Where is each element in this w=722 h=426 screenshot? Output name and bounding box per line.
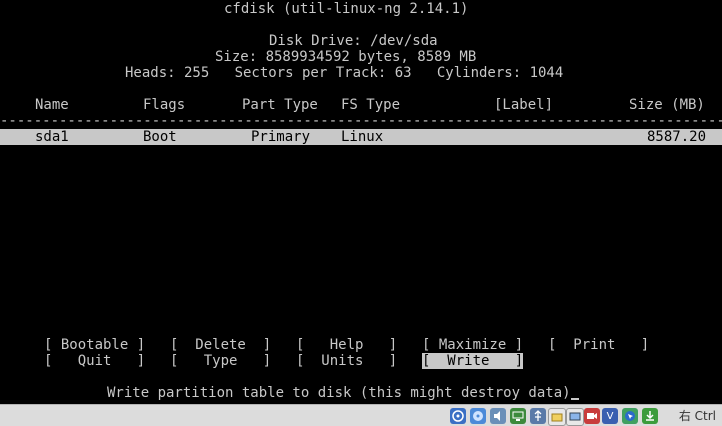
delete-button[interactable]: [ Delete ] xyxy=(170,337,271,353)
shared-folders-icon[interactable] xyxy=(548,408,566,426)
display-icon[interactable] xyxy=(566,408,584,426)
optical-drive-icon[interactable] xyxy=(470,408,486,424)
print-button[interactable]: [ Print ] xyxy=(548,337,649,353)
network-icon[interactable] xyxy=(510,408,526,424)
status-message-text: Write partition table to disk (this migh… xyxy=(107,385,571,401)
host-key-label: 右 Ctrl xyxy=(678,409,716,423)
column-header-name: Name xyxy=(35,97,69,113)
column-header-size: Size (MB) xyxy=(629,97,705,113)
bootable-button[interactable]: [ Bootable ] xyxy=(44,337,145,353)
quit-button[interactable]: [ Quit ] xyxy=(44,353,145,369)
help-button[interactable]: [ Help ] xyxy=(296,337,397,353)
virtualization-icon[interactable]: V xyxy=(602,408,618,424)
vm-statusbar: V 右 Ctrl xyxy=(0,404,722,426)
column-header-flags: Flags xyxy=(143,97,186,113)
text-cursor xyxy=(570,398,579,400)
maximize-button[interactable]: [ Maximize ] xyxy=(422,337,523,353)
usb-icon[interactable] xyxy=(530,408,546,424)
download-icon[interactable] xyxy=(642,408,658,424)
app-title: cfdisk (util-linux-ng 2.14.1) xyxy=(224,1,469,17)
table-divider: ----------------------------------------… xyxy=(0,113,722,129)
hard-disk-icon[interactable] xyxy=(450,408,466,424)
column-header-label: [Label] xyxy=(494,97,554,113)
disk-geometry-label: Heads: 255 Sectors per Track: 63 Cylinde… xyxy=(125,65,564,81)
column-header-part-type: Part Type xyxy=(242,97,318,113)
audio-icon[interactable] xyxy=(490,408,506,424)
disk-size-label: Size: 8589934592 bytes, 8589 MB xyxy=(215,49,477,65)
partition-name: sda1 xyxy=(35,129,69,145)
write-button[interactable]: [ Write ] xyxy=(422,353,524,369)
partition-part-type: Primary xyxy=(251,129,311,145)
disk-drive-label: Disk Drive: /dev/sda xyxy=(269,33,438,49)
partition-fs-type: Linux xyxy=(341,129,384,145)
status-message: Write partition table to disk (this migh… xyxy=(107,385,579,401)
units-button[interactable]: [ Units ] xyxy=(296,353,397,369)
video-capture-icon[interactable] xyxy=(584,408,600,424)
cfdisk-terminal[interactable]: cfdisk (util-linux-ng 2.14.1) Disk Drive… xyxy=(0,0,722,404)
mouse-integration-icon[interactable] xyxy=(622,408,638,424)
partition-flags: Boot xyxy=(143,129,177,145)
column-header-fs-type: FS Type xyxy=(341,97,401,113)
type-button[interactable]: [ Type ] xyxy=(170,353,271,369)
partition-size: 8587.20 xyxy=(647,129,707,145)
